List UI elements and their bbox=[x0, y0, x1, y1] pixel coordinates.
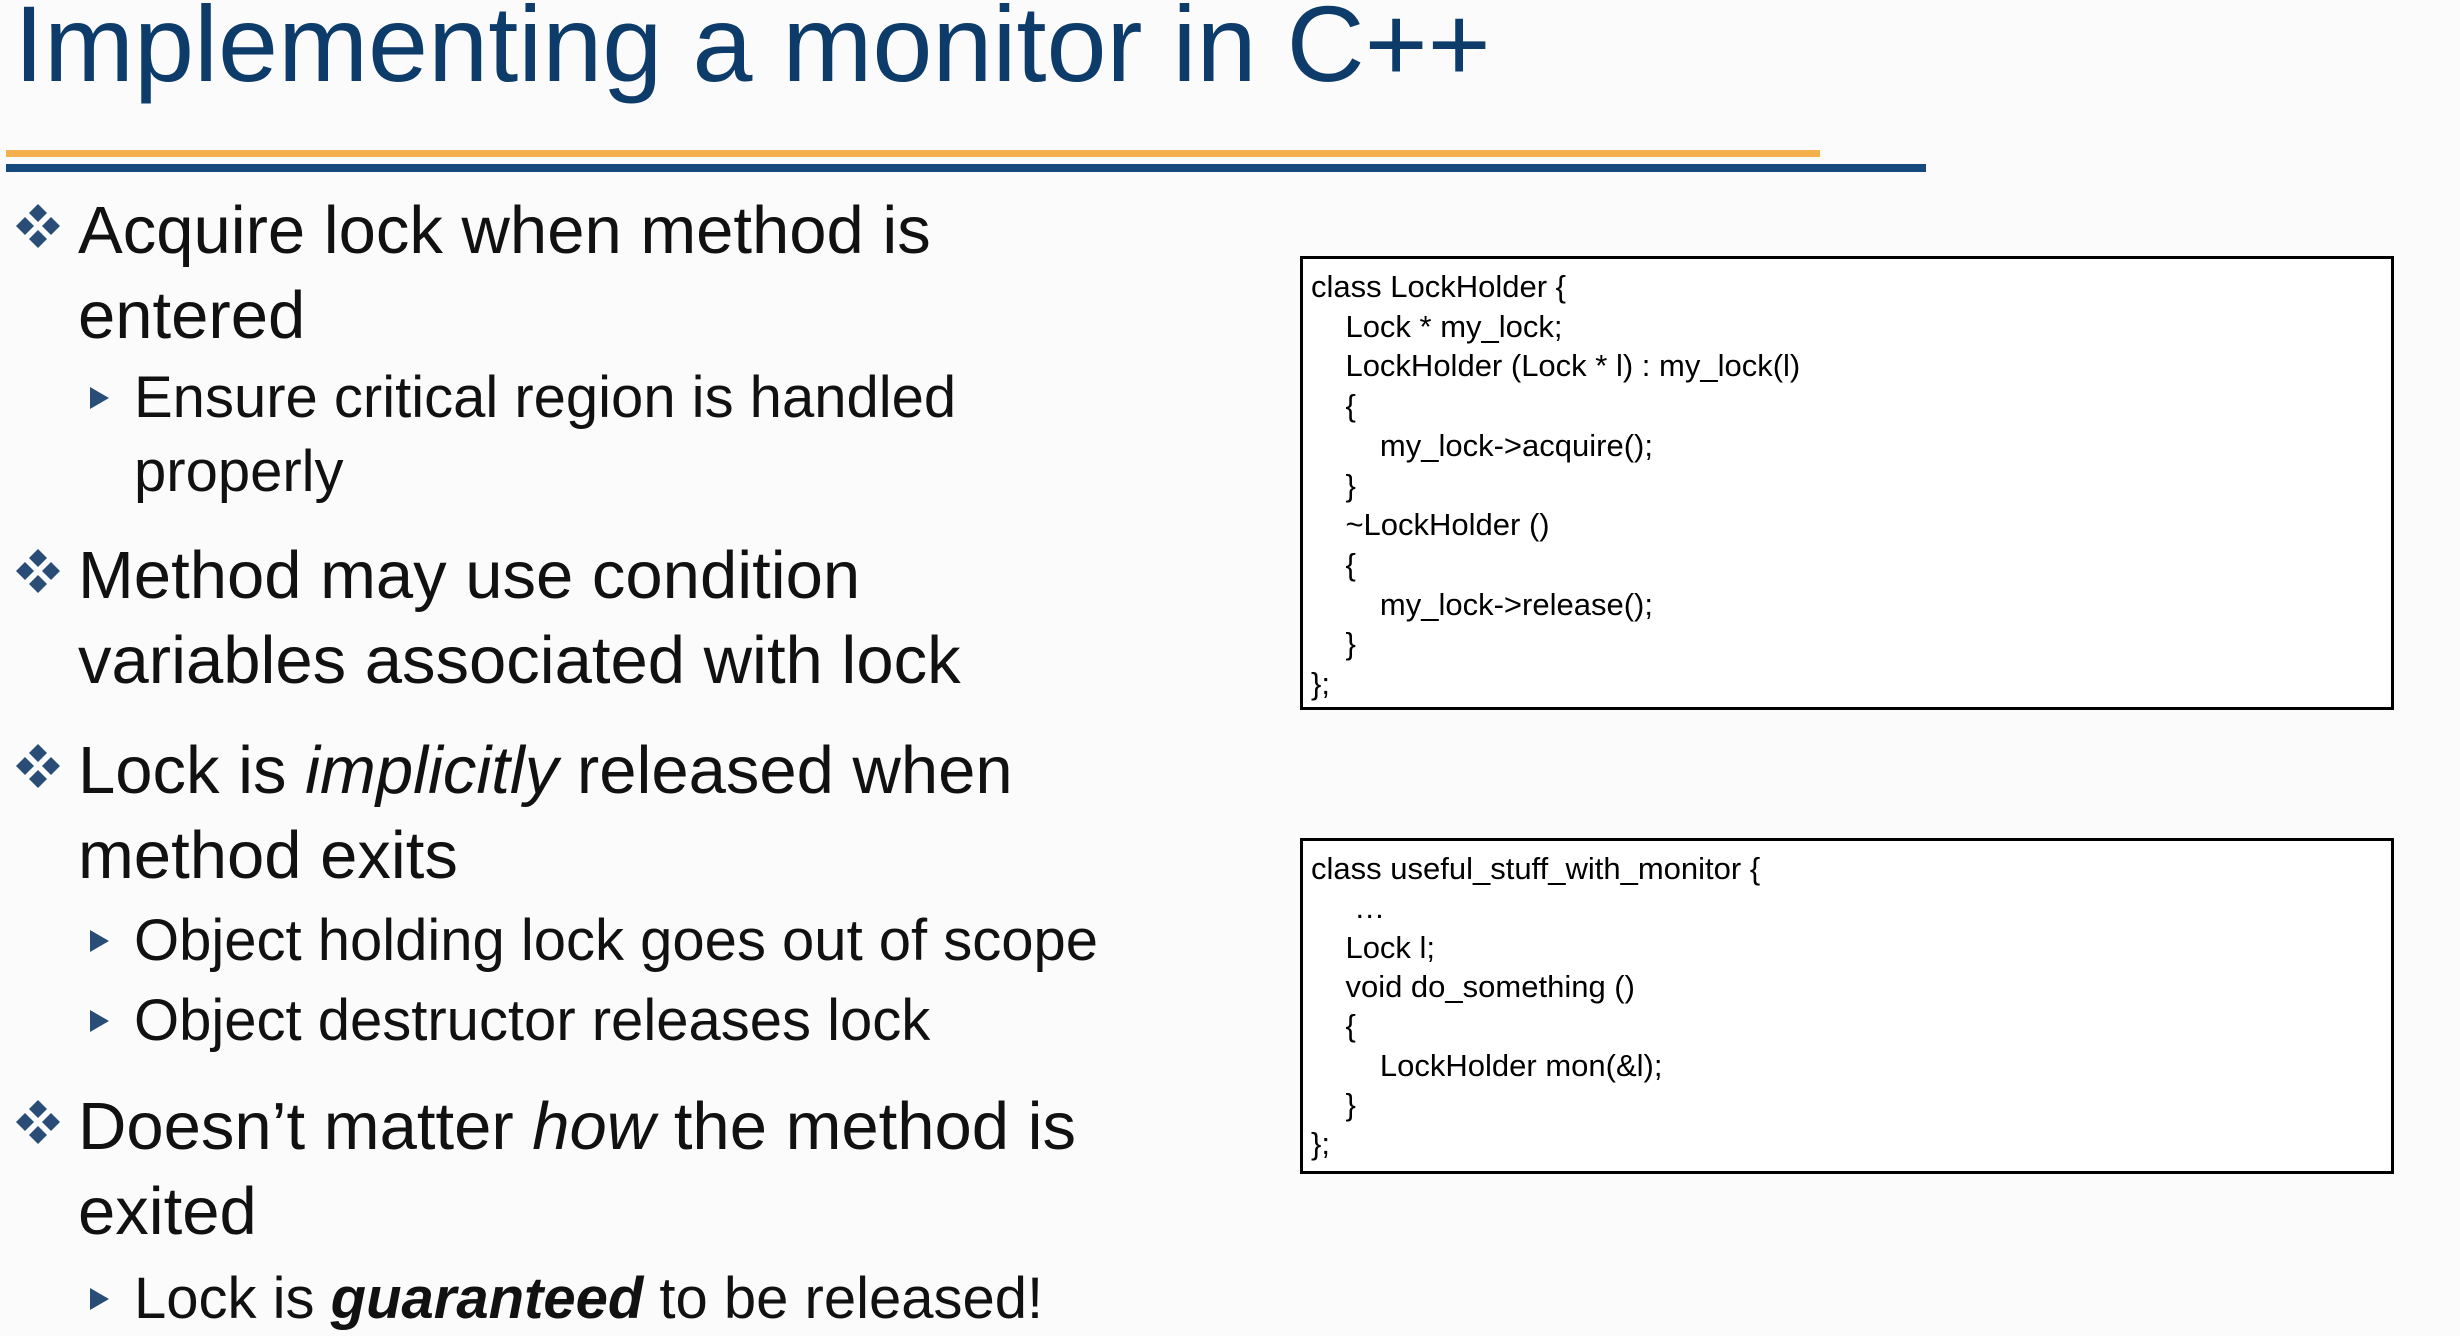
bullet-how-method-exited: Doesn’t matter how the method is exited bbox=[16, 1084, 1258, 1254]
code-line: LockHolder (Lock * l) : my_lock(l) bbox=[1311, 348, 1801, 384]
triangle-bullet-icon bbox=[90, 1010, 109, 1032]
code-line: ~LockHolder () bbox=[1311, 507, 1550, 543]
subbullet-text-line: Lock is guaranteed to be released! bbox=[134, 1262, 1234, 1336]
subbullet-text-segment: Lock is bbox=[134, 1266, 331, 1331]
four-diamond-bullet-icon bbox=[16, 549, 60, 593]
four-diamond-bullet-icon bbox=[16, 204, 60, 248]
triangle-bullet-icon bbox=[90, 930, 109, 952]
bullet-text-segment: Doesn’t matter bbox=[78, 1089, 533, 1164]
subbullet-out-of-scope: Object holding lock goes out of scope bbox=[90, 904, 1234, 978]
code-line: class LockHolder { bbox=[1311, 269, 1567, 304]
code-line: { bbox=[1311, 388, 1356, 424]
code-line: } bbox=[1311, 626, 1356, 662]
bullet-text-line: Lock is implicitly released when bbox=[78, 728, 1258, 813]
code-line: my_lock->release(); bbox=[1311, 586, 1653, 622]
triangle-bullet-icon bbox=[90, 1288, 109, 1310]
code-line: class useful_stuff_with_monitor { bbox=[1311, 851, 1761, 886]
code-line: my_lock->acquire(); bbox=[1311, 427, 1653, 463]
bullet-emphasis: implicitly bbox=[305, 733, 559, 808]
subbullet-guaranteed-release: Lock is guaranteed to be released! bbox=[90, 1262, 1234, 1336]
code-line: } bbox=[1311, 467, 1356, 503]
bullet-list: Acquire lock when method is entered Ensu… bbox=[0, 0, 1250, 1334]
subbullet-text-line: Object destructor releases lock bbox=[134, 988, 931, 1053]
four-diamond-bullet-icon bbox=[16, 744, 60, 788]
code-line: }; bbox=[1311, 1126, 1330, 1162]
bullet-emphasis: how bbox=[532, 1089, 656, 1164]
subbullet-text-segment: to be released! bbox=[643, 1266, 1044, 1331]
bullet-text-line: method exits bbox=[78, 818, 458, 893]
bullet-acquire-lock: Acquire lock when method is entered bbox=[16, 188, 1258, 358]
code-line: LockHolder mon(&l); bbox=[1311, 1047, 1663, 1083]
bullet-text-line: exited bbox=[78, 1174, 257, 1249]
subbullet-text-line: Object holding lock goes out of scope bbox=[134, 908, 1099, 973]
code-line: … bbox=[1311, 890, 1386, 926]
subbullet-critical-region: Ensure critical region is handled proper… bbox=[90, 361, 1234, 509]
bullet-text-segment: the method is bbox=[655, 1089, 1077, 1164]
subbullet-text-line: Ensure critical region is handled bbox=[134, 365, 957, 430]
bullet-text-line: Method may use condition bbox=[78, 538, 861, 613]
code-line: { bbox=[1311, 1008, 1356, 1044]
subbullet-strong-emphasis: guaranteed bbox=[330, 1266, 644, 1331]
code-box-lockholder: class LockHolder { Lock * my_lock; LockH… bbox=[1300, 256, 2394, 710]
bullet-text-line: entered bbox=[78, 278, 306, 353]
triangle-bullet-icon bbox=[90, 387, 109, 409]
code-box-useful-stuff: class useful_stuff_with_monitor { … Lock… bbox=[1300, 838, 2394, 1174]
bullet-text-line: Doesn’t matter how the method is bbox=[78, 1084, 1258, 1169]
subbullet-destructor: Object destructor releases lock bbox=[90, 984, 1234, 1058]
bullet-condition-variables: Method may use condition variables assoc… bbox=[16, 533, 1258, 703]
code-line: void do_something () bbox=[1311, 968, 1635, 1004]
code-line: Lock l; bbox=[1311, 929, 1436, 965]
bullet-text-line: Acquire lock when method is bbox=[78, 193, 931, 268]
bullet-text-segment: released when bbox=[558, 733, 1013, 808]
subbullet-text-line: properly bbox=[134, 439, 344, 504]
bullet-text-segment: Lock is bbox=[78, 733, 306, 808]
bullet-text-line: variables associated with lock bbox=[78, 623, 961, 698]
code-line: { bbox=[1311, 546, 1356, 582]
code-line: } bbox=[1311, 1086, 1356, 1122]
code-line: Lock * my_lock; bbox=[1311, 308, 1563, 344]
bullet-implicit-release: Lock is implicitly released when method … bbox=[16, 728, 1258, 898]
code-line: }; bbox=[1311, 666, 1330, 701]
four-diamond-bullet-icon bbox=[16, 1100, 60, 1144]
